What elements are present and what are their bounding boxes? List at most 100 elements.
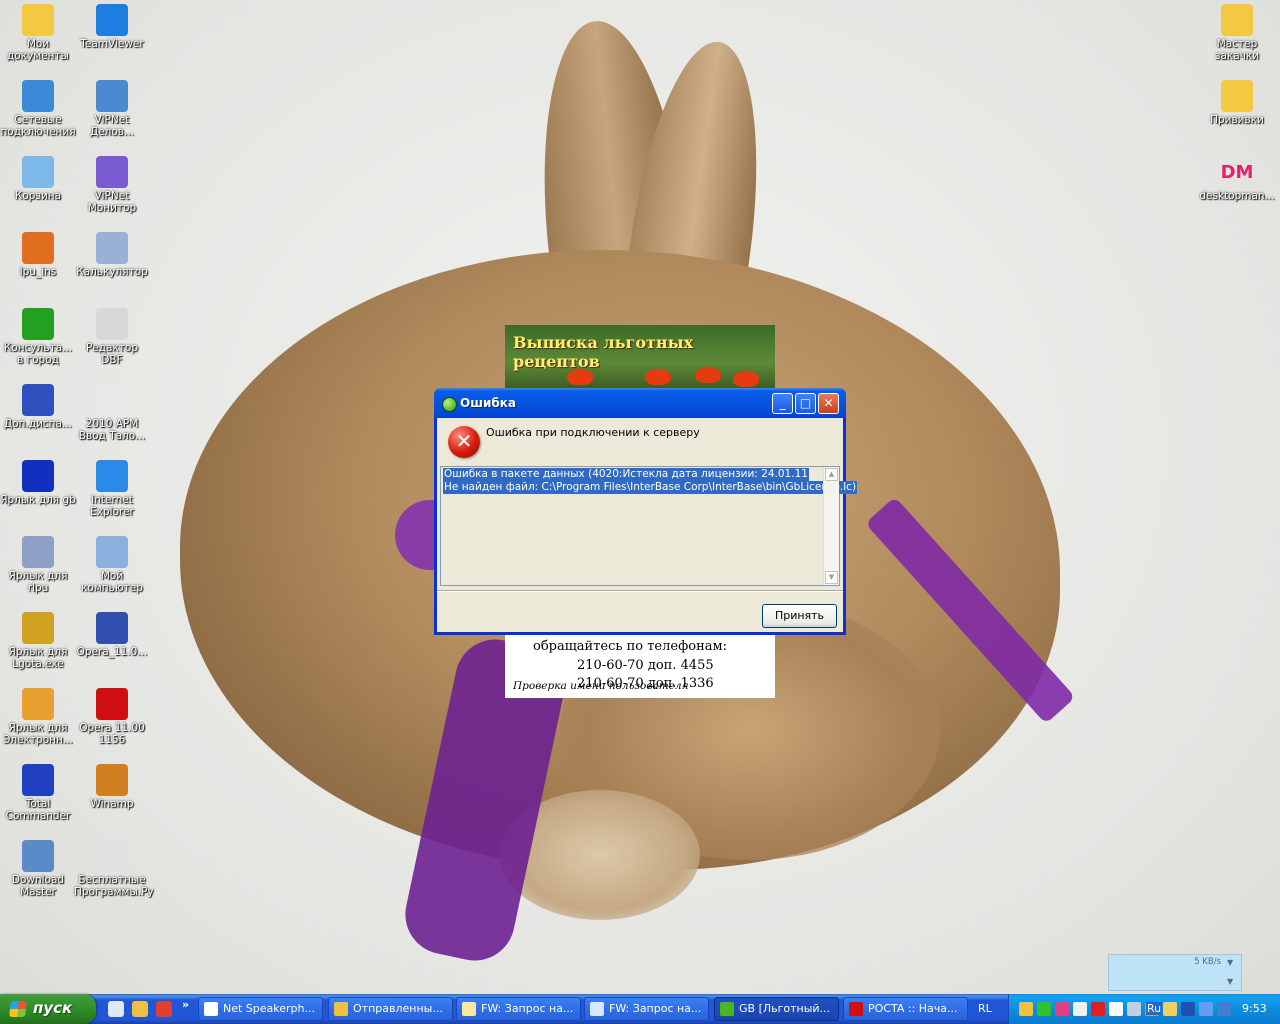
my-computer-icon bbox=[96, 536, 128, 568]
desktop-icon[interactable]: Калькулятор bbox=[74, 232, 150, 278]
desktop-icon[interactable]: ViPNet Монитор bbox=[74, 156, 150, 214]
taskbar-button-label: POCTA :: Нача... bbox=[868, 1002, 958, 1015]
close-button[interactable]: ✕ bbox=[818, 393, 839, 414]
desktop-icon-label: Ярлык для Lgota.exe bbox=[8, 646, 68, 670]
clock[interactable]: 9:53 bbox=[1242, 1002, 1267, 1015]
tulip-icon bbox=[645, 369, 671, 385]
desktop-icon-label: Total Commander bbox=[5, 798, 71, 822]
tray-vipnet-icon[interactable] bbox=[1109, 1002, 1123, 1016]
desktop-icon-label: 2010 АРМ Ввод Тало... bbox=[78, 418, 146, 442]
scroll-down-icon[interactable]: ▼ bbox=[825, 571, 838, 584]
desktop-icon[interactable]: Мастер закачки bbox=[1199, 4, 1275, 62]
taskbar-button[interactable]: POCTA :: Нача... bbox=[843, 997, 968, 1021]
tray-network-icon[interactable] bbox=[1073, 1002, 1087, 1016]
taskbar-button[interactable]: FW: Запрос на... bbox=[456, 997, 581, 1021]
mail-icon bbox=[462, 1002, 476, 1016]
opera-icon bbox=[96, 688, 128, 720]
tray-language-indicator[interactable]: Ru bbox=[1146, 1002, 1163, 1015]
desktop-icon[interactable]: 2010 АРМ Ввод Тало... bbox=[74, 384, 150, 442]
error-details-memo[interactable]: Ошибка в пакете данных (4020:Истекла дат… bbox=[440, 466, 858, 586]
maximize-button[interactable]: □ bbox=[795, 393, 816, 414]
tray-outlook-icon[interactable] bbox=[1019, 1002, 1033, 1016]
desktop-icon[interactable]: Консульта... в город bbox=[0, 308, 76, 366]
desktop-icon[interactable]: Сетевые подключения bbox=[0, 80, 76, 138]
error-message: Ошибка при подключении к серверу bbox=[486, 426, 700, 439]
tray-pen-icon[interactable] bbox=[1163, 1002, 1177, 1016]
start-button[interactable]: пуск bbox=[0, 994, 96, 1024]
tray-lang-icon[interactable] bbox=[1127, 1002, 1141, 1016]
desktop-icon[interactable]: Редактор DBF bbox=[74, 308, 150, 366]
folder-icon bbox=[1221, 4, 1253, 36]
desktop-icon-label: Мои документы bbox=[7, 38, 69, 62]
tray-kaspersky-icon[interactable] bbox=[1091, 1002, 1105, 1016]
network-monitor-widget[interactable]: 5 KB/s ▼ ▼ bbox=[1108, 954, 1242, 991]
gb-app-icon bbox=[720, 1002, 734, 1016]
desktop-icon-label: Opera_11.0... bbox=[76, 646, 148, 658]
desktop-icon[interactable]: Total Commander bbox=[0, 764, 76, 822]
desktop-icon[interactable]: Opera 11.00 1156 bbox=[74, 688, 150, 746]
desktop-icon-label: Internet Explorer bbox=[90, 494, 134, 518]
floppy-icon bbox=[22, 764, 54, 796]
tray-globe-icon[interactable] bbox=[1217, 1002, 1231, 1016]
desktop-icon[interactable]: Доп.диспа... bbox=[0, 384, 76, 430]
desktop-icon[interactable]: Ярлык для gb bbox=[0, 460, 76, 506]
desktop-icon[interactable]: TeamViewer bbox=[74, 4, 150, 50]
desktop-icon[interactable]: Прививки bbox=[1199, 80, 1275, 126]
desktop-icon[interactable]: Winamp bbox=[74, 764, 150, 810]
taskbar-button-label: FW: Запрос на... bbox=[481, 1002, 574, 1015]
vertical-scrollbar[interactable]: ▲ ▼ bbox=[823, 467, 839, 585]
tray-network-traffic-icon[interactable] bbox=[1199, 1002, 1213, 1016]
accept-button[interactable]: Принять bbox=[762, 604, 837, 628]
lgota-icon bbox=[22, 612, 54, 644]
app-banner: Выписка льготных рецептов bbox=[505, 325, 775, 388]
desktop-icon[interactable]: Download Master bbox=[0, 840, 76, 898]
language-indicator[interactable]: RL bbox=[978, 1002, 992, 1015]
minimize-button[interactable]: _ bbox=[772, 393, 793, 414]
desktop-icon[interactable]: Opera_11.0... bbox=[74, 612, 150, 658]
tray-monitor-icon[interactable] bbox=[1181, 1002, 1195, 1016]
desktop-icon[interactable]: Ярлык для Lgota.exe bbox=[0, 612, 76, 670]
desktop-icon-label: Download Master bbox=[11, 874, 65, 898]
desktop-icon[interactable]: Бесплатные Программы.Ру bbox=[74, 840, 154, 898]
desktop-icon-label: Мастер закачки bbox=[1214, 38, 1260, 62]
taskbar-button[interactable]: Net Speakerph... bbox=[198, 997, 323, 1021]
play-icon bbox=[22, 308, 54, 340]
speakerphone-icon bbox=[204, 1002, 218, 1016]
show-desktop-icon[interactable] bbox=[108, 1001, 124, 1017]
desktop-icon-label: desktopman... bbox=[1199, 190, 1275, 202]
error-detail-line: Ошибка в пакете данных (4020:Истекла дат… bbox=[443, 468, 809, 481]
desktop-icon[interactable]: DM desktopman... bbox=[1199, 156, 1275, 203]
scroll-up-icon[interactable]: ▲ bbox=[825, 468, 838, 481]
desktop-icon[interactable]: ViPNet Делов... bbox=[74, 80, 150, 138]
tray-grid-icon[interactable] bbox=[1055, 1002, 1069, 1016]
windows-flag-icon bbox=[9, 1001, 27, 1017]
desktop-icon[interactable]: Ярлык для Электронн... bbox=[0, 688, 76, 746]
outlook-express-icon[interactable] bbox=[132, 1001, 148, 1017]
desktop-icon-label: Доп.диспа... bbox=[4, 418, 72, 430]
taskbar-button[interactable]: GB [Льготный... bbox=[714, 997, 839, 1021]
desktop-icon[interactable]: Internet Explorer bbox=[74, 460, 150, 518]
system-tray: Ru bbox=[1008, 994, 1280, 1024]
document-icon bbox=[96, 384, 128, 416]
network-rate: 5 KB/s bbox=[1194, 957, 1221, 967]
taskbar-button[interactable]: Отправленны... bbox=[328, 997, 453, 1021]
desktop-icon-label: Winamp bbox=[90, 798, 134, 810]
desktop-icon-label: Прививки bbox=[1210, 114, 1264, 126]
desktop-icon[interactable]: Мои документы bbox=[0, 4, 76, 62]
mail-reply-icon bbox=[590, 1002, 604, 1016]
dialog-titlebar[interactable]: Ошибка _ □ ✕ bbox=[434, 388, 846, 418]
error-detail-line: Не найден файл: C:\Program Files\InterBa… bbox=[443, 481, 858, 494]
dialog-divider bbox=[437, 591, 843, 592]
desktop-icon[interactable]: Корзина bbox=[0, 156, 76, 202]
desktop-icon[interactable]: Мой компьютер bbox=[74, 536, 150, 594]
sphere-icon bbox=[22, 460, 54, 492]
quick-launch-more-icon[interactable]: » bbox=[182, 998, 189, 1011]
app-icon bbox=[442, 397, 457, 412]
desktop-icon[interactable]: Ярлык для rlpu bbox=[0, 536, 76, 594]
desktop-icon-label: Ярлык для rlpu bbox=[8, 570, 68, 594]
desktop-icon[interactable]: lpu_ins bbox=[0, 232, 76, 278]
tray-green-icon[interactable] bbox=[1037, 1002, 1051, 1016]
chrome-icon[interactable] bbox=[156, 1001, 172, 1017]
taskbar-button[interactable]: FW: Запрос на... bbox=[584, 997, 709, 1021]
app-info-box: обращайтесь по телефонам: 210-60-70 доп.… bbox=[505, 635, 775, 698]
